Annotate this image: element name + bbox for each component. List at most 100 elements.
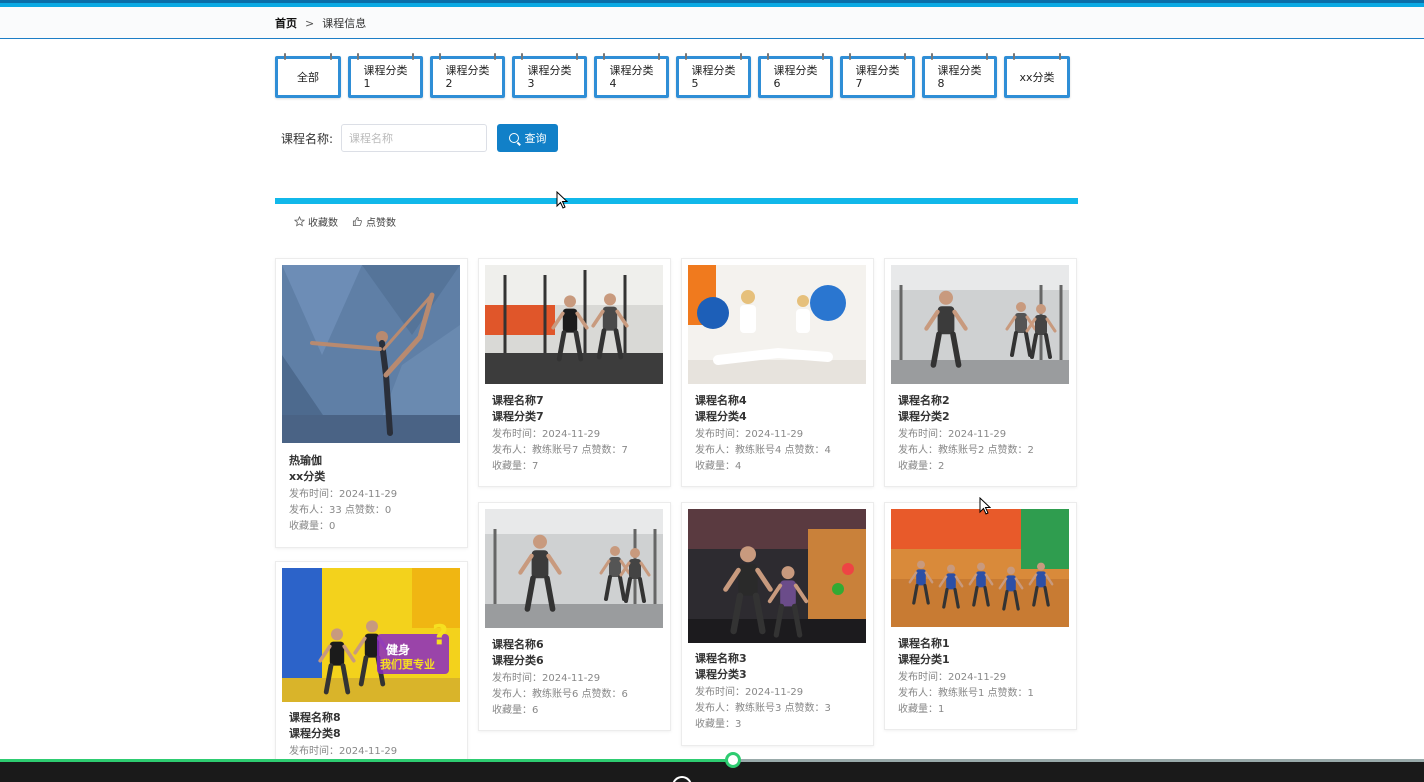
course-card[interactable]: 课程名称1 课程分类1 发布时间：2024-11-29 发布人：教练账号1 点赞… [884,502,1077,730]
section-divider [275,198,1078,204]
tab-label: 课程分类 6 [773,64,818,90]
publisher-likes: 发布人：教练账号6 点赞数：6 [492,689,628,700]
course-category: 课程分类3 [695,668,747,681]
app-root: 首页 > 课程信息 全部 课程分类 1 课程分类 2 课程分类 3 课程分类 4 课程分类… [0,0,1424,782]
search-bar: 课程名称: 查询 [281,124,558,152]
favorites-count: 收藏量：3 [695,719,742,730]
tab-category-6[interactable]: 课程分类 6 [758,53,833,98]
course-photo[interactable] [485,265,663,384]
course-name[interactable]: 课程名称2 [898,393,1070,409]
publish-date: 发布时间：2024-11-29 [898,429,1007,440]
course-image[interactable] [688,265,866,384]
tab-category-5[interactable]: 课程分类 5 [676,53,751,98]
binder-ring [330,53,332,60]
binder-ring [1059,53,1061,60]
publish-date: 发布时间：2024-11-29 [289,746,398,757]
course-card[interactable]: 课程名称2 课程分类2 发布时间：2024-11-29 发布人：教练账号2 点赞… [884,258,1077,487]
binder-ring [1013,53,1015,60]
tab-category-9[interactable]: xx分类 [1004,53,1070,98]
binder-ring [521,53,523,60]
publish-date: 发布时间：2024-11-29 [289,489,398,500]
course-name[interactable]: 课程名称6 [492,637,664,653]
tab-category-4[interactable]: 课程分类 4 [594,53,669,98]
course-name[interactable]: 课程名称1 [898,636,1070,652]
overlay-text-line: 我们更专业 [380,657,435,671]
course-info: 课程名称3 课程分类3 发布时间：2024-11-29 发布人：教练账号3 点赞… [695,651,867,733]
top-accent-line [0,0,1424,3]
favorites-count: 收藏量：0 [289,521,336,532]
tab-category-1[interactable]: 课程分类 1 [348,53,423,98]
binder-ring [685,53,687,60]
course-photo[interactable] [485,509,663,628]
binder-ring [494,53,496,60]
publisher-likes: 发布人：教练账号7 点赞数：7 [492,445,628,456]
publisher-likes: 发布人：教练账号2 点赞数：2 [898,445,1034,456]
course-image[interactable] [282,265,460,443]
course-image[interactable]: ? 健身 我们更专业 [282,568,460,702]
course-name[interactable]: 课程名称8 [289,710,461,726]
course-photo[interactable] [891,265,1069,384]
course-name-input[interactable] [341,124,487,152]
publish-date: 发布时间：2024-11-29 [695,687,804,698]
tab-label: 课程分类 2 [445,64,490,90]
course-card[interactable]: 课程名称7 课程分类7 发布时间：2024-11-29 发布人：教练账号7 点赞… [478,258,671,487]
course-info: 热瑜伽 xx分类 发布时间：2024-11-29 发布人：33 点赞数：0 收藏… [289,453,461,535]
tab-category-0[interactable]: 全部 [275,53,341,98]
binder-ring [658,53,660,60]
binder-ring [904,53,906,60]
tab-category-2[interactable]: 课程分类 2 [430,53,505,98]
search-button[interactable]: 查询 [497,124,558,152]
course-name[interactable]: 课程名称7 [492,393,664,409]
course-card[interactable]: 课程名称4 课程分类4 发布时间：2024-11-29 发布人：教练账号4 点赞… [681,258,874,487]
course-card[interactable]: 热瑜伽 xx分类 发布时间：2024-11-29 发布人：33 点赞数：0 收藏… [275,258,468,548]
publish-date: 发布时间：2024-11-29 [898,672,1007,683]
course-name[interactable]: 课程名称4 [695,393,867,409]
course-name[interactable]: 热瑜伽 [289,453,461,469]
breadcrumb-bar: 首页 > 课程信息 [0,7,1424,39]
tab-category-8[interactable]: 课程分类 8 [922,53,997,98]
course-image[interactable] [891,265,1069,384]
favorites-count: 收藏量：6 [492,705,539,716]
binder-ring [986,53,988,60]
course-photo[interactable]: ? 健身 我们更专业 [282,568,460,702]
sort-by-favorites[interactable]: 收藏数 [294,214,338,229]
binder-ring [576,53,578,60]
binder-ring [603,53,605,60]
video-progress-knob[interactable] [725,752,741,768]
course-image[interactable] [485,509,663,628]
course-photo[interactable] [282,265,460,443]
publisher-likes: 发布人：教练账号1 点赞数：1 [898,688,1034,699]
favorites-count: 收藏量：1 [898,704,945,715]
tab-category-7[interactable]: 课程分类 7 [840,53,915,98]
binder-ring [849,53,851,60]
course-image[interactable] [891,509,1069,627]
course-card[interactable]: 课程名称3 课程分类3 发布时间：2024-11-29 发布人：教练账号3 点赞… [681,502,874,746]
sort-favorites-label: 收藏数 [308,218,338,229]
breadcrumb: 首页 > 课程信息 [275,15,366,31]
course-category: 课程分类4 [695,410,747,423]
course-photo[interactable] [688,509,866,643]
course-image[interactable] [485,265,663,384]
favorites-count: 收藏量：4 [695,461,742,472]
course-category: 课程分类2 [898,410,950,423]
course-card[interactable]: 课程名称6 课程分类6 发布时间：2024-11-29 发布人：教练账号6 点赞… [478,502,671,731]
course-image[interactable] [688,509,866,643]
tab-label: 全部 [297,70,319,84]
search-icon [508,133,519,143]
video-progress-bar[interactable] [0,752,1424,768]
tab-category-3[interactable]: 课程分类 3 [512,53,587,98]
publish-date: 发布时间：2024-11-29 [695,429,804,440]
mouse-cursor-icon [556,191,568,209]
breadcrumb-home[interactable]: 首页 [275,15,297,31]
course-photo[interactable] [688,265,866,384]
binder-ring [357,53,359,60]
course-card[interactable]: ? 健身 我们更专业 课程名称8 课程分类8 发布时间：2024-11-29 [275,561,468,761]
category-tabs: 全部 课程分类 1 课程分类 2 课程分类 3 课程分类 4 课程分类 5 课程分类 6 课程… [275,53,1075,99]
course-info: 课程名称4 课程分类4 发布时间：2024-11-29 发布人：教练账号4 点赞… [695,393,867,475]
sort-by-likes[interactable]: 点赞数 [352,214,396,229]
thumbs-up-icon [352,216,362,227]
course-name[interactable]: 课程名称3 [695,651,867,667]
course-info: 课程名称1 课程分类1 发布时间：2024-11-29 发布人：教练账号1 点赞… [898,636,1070,718]
binder-ring [767,53,769,60]
course-photo[interactable] [891,509,1069,627]
